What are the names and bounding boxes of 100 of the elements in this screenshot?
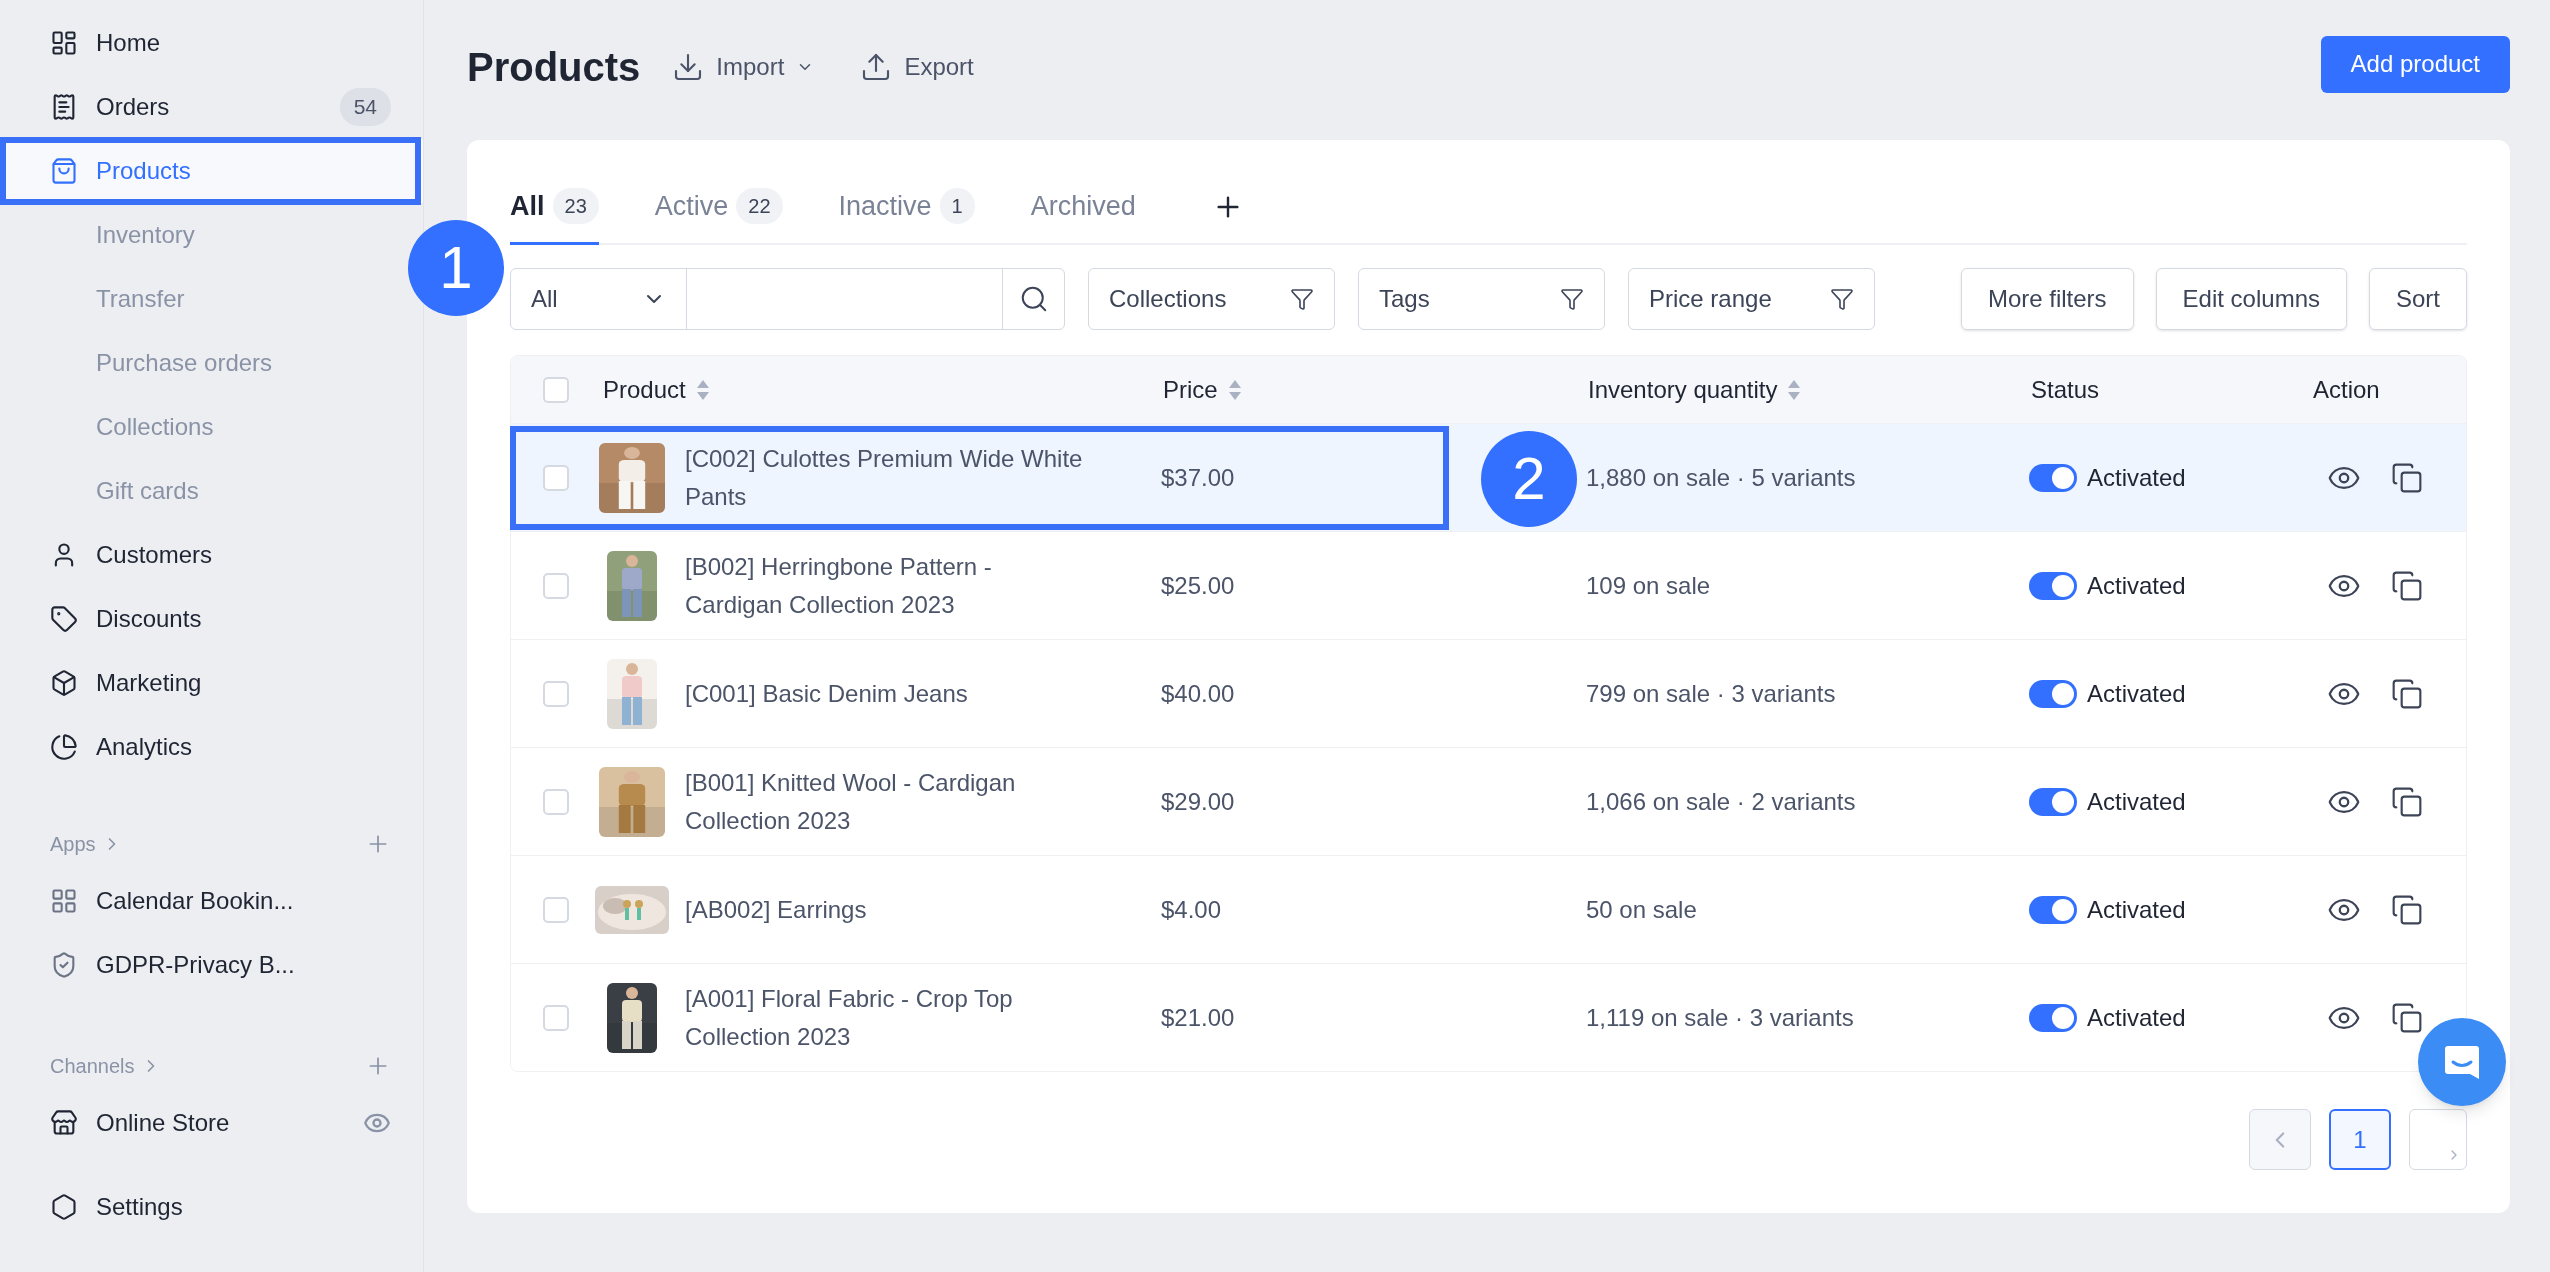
column-header[interactable]: Inventory quantity	[1588, 371, 1802, 408]
status-toggle[interactable]	[2029, 571, 2077, 600]
sidebar-item[interactable]: Home	[0, 11, 399, 75]
filter-button[interactable]: Tags	[1358, 268, 1605, 330]
table-cell-text: $4.00	[1161, 894, 1222, 925]
checkbox[interactable]	[543, 680, 569, 707]
sidebar-item[interactable]: Calendar Bookin...	[0, 869, 423, 933]
shopping-bag-icon	[50, 157, 78, 185]
checkbox[interactable]	[543, 464, 569, 491]
checkbox[interactable]	[543, 572, 569, 599]
add-product-button[interactable]: Add product	[2320, 35, 2510, 93]
sidebar-label: Analytics	[96, 732, 194, 762]
sidebar-item[interactable]: Customers	[0, 523, 399, 587]
checkbox[interactable]	[543, 788, 569, 815]
tab[interactable]: Archived	[1030, 170, 1136, 245]
product-name[interactable]: [A001] Floral Fabric - Crop Top Collection 2023	[685, 979, 1089, 1056]
step-marker: 1	[408, 220, 504, 316]
count-badge: 22	[736, 188, 783, 224]
page-button[interactable]: 1	[2329, 1109, 2391, 1170]
table-cell-text: 799 on sale · 3 variants	[1586, 678, 1836, 709]
table-cell-text: 1,880 on sale · 5 variants	[1586, 462, 1856, 493]
status-label: Activated	[2087, 1002, 2186, 1033]
count-badge: 54	[339, 88, 391, 126]
table-cell-text: $29.00	[1161, 786, 1235, 817]
toolbar-button[interactable]: Export	[860, 49, 974, 85]
sidebar-label: Orders	[96, 92, 171, 122]
sidebar-item[interactable]: Online Store	[0, 1091, 423, 1155]
sidebar-label: Collections	[96, 412, 215, 442]
column-header[interactable]: Price	[1163, 371, 1242, 408]
table-cell-text: 109 on sale	[1586, 570, 1711, 601]
filter-icon	[1830, 287, 1854, 311]
store-icon	[50, 1109, 78, 1137]
filter-icon	[1290, 287, 1314, 311]
copy-icon[interactable]	[2391, 1001, 2423, 1034]
checkbox[interactable]	[543, 1004, 569, 1031]
count-badge: 23	[552, 188, 599, 224]
count-badge: 1	[939, 188, 975, 224]
status-label: Activated	[2087, 570, 2186, 601]
tab[interactable]: Active 22	[654, 170, 783, 245]
status-toggle[interactable]	[2029, 463, 2077, 492]
checkbox[interactable]	[543, 896, 569, 923]
copy-icon[interactable]	[2391, 461, 2423, 494]
sidebar-label: Inventory	[96, 220, 196, 250]
product-name[interactable]: [C001] Basic Denim Jeans	[685, 674, 1089, 713]
sidebar-item[interactable]: Settings	[0, 1175, 423, 1239]
page-title: Products	[467, 44, 641, 91]
status-label: Activated	[2087, 462, 2186, 493]
filter-icon	[1560, 287, 1584, 311]
product-name[interactable]: [B002] Herringbone Pattern - Cardigan Collection 2023	[685, 547, 1089, 624]
dashboard-icon	[50, 29, 78, 57]
status-toggle[interactable]	[2029, 1003, 2077, 1032]
table-cell-text: $40.00	[1161, 678, 1235, 709]
copy-icon[interactable]	[2391, 785, 2423, 818]
table-cell-text: $25.00	[1161, 570, 1235, 601]
sidebar-label: Customers	[96, 540, 214, 570]
column-header[interactable]: Product	[603, 371, 710, 408]
sidebar-label: Home	[96, 28, 162, 58]
table-row[interactable]: [A001] Floral Fabric - Crop Top Collection 2023 $21.00 1,119 on sale · 3 variants Activated	[511, 963, 2466, 1071]
product-name[interactable]: [AB002] Earrings	[685, 890, 1089, 929]
sidebar-label: Marketing	[96, 668, 203, 698]
filter-button[interactable]: Price range	[1628, 268, 1875, 330]
tag-icon	[50, 605, 78, 633]
status-toggle[interactable]	[2029, 679, 2077, 708]
grid-icon	[50, 887, 78, 915]
status-label: Activated	[2087, 894, 2186, 925]
sidebar-label: Gift cards	[96, 476, 200, 506]
sidebar-label: Calendar Bookin...	[96, 886, 295, 916]
column-header: Action	[2313, 374, 2380, 405]
table-cell-text: 1,119 on sale · 3 variants	[1586, 1002, 1854, 1033]
product-name[interactable]: [C002] Culottes Premium Wide White Pants	[685, 439, 1089, 516]
tab[interactable]: Inactive 1	[838, 170, 975, 245]
sidebar-label: Discounts	[96, 604, 203, 634]
status-toggle[interactable]	[2029, 787, 2077, 816]
pie-chart-icon	[50, 733, 78, 761]
sidebar-item[interactable]: Discounts	[0, 587, 399, 651]
sidebar-label: Products	[96, 156, 192, 186]
toolbar-button[interactable]: Edit columns	[2155, 268, 2347, 330]
sidebar-item[interactable]: GDPR-Privacy B...	[0, 933, 423, 997]
sidebar-item[interactable]: Orders 54	[0, 75, 399, 139]
table-cell-text: 50 on sale	[1586, 894, 1697, 925]
sidebar-item[interactable]: Analytics	[0, 715, 399, 779]
column-header: Status	[2031, 374, 2100, 405]
table-cell-text: $21.00	[1161, 1002, 1235, 1033]
sidebar-label: Purchase orders	[96, 348, 274, 378]
tab[interactable]: All 23	[510, 170, 599, 245]
filter-button[interactable]: Collections	[1088, 268, 1335, 330]
checkbox[interactable]	[543, 376, 569, 403]
copy-icon[interactable]	[2391, 677, 2423, 710]
toolbar-button[interactable]: More filters	[1960, 268, 2134, 330]
toolbar-button[interactable]: Sort	[2369, 268, 2467, 330]
status-toggle[interactable]	[2029, 895, 2077, 924]
table-cell-text: 1,066 on sale · 2 variants	[1586, 786, 1856, 817]
sidebar-label: Online Store	[96, 1108, 231, 1138]
copy-icon[interactable]	[2391, 893, 2423, 926]
copy-icon[interactable]	[2391, 569, 2423, 602]
product-name[interactable]: [B001] Knitted Wool - Cardigan Collection 2023	[685, 763, 1089, 840]
toolbar-button[interactable]: Import	[672, 49, 815, 85]
table-cell-text: $37.00	[1161, 462, 1235, 493]
status-label: Activated	[2087, 786, 2186, 817]
sidebar-item[interactable]: Marketing	[0, 651, 399, 715]
